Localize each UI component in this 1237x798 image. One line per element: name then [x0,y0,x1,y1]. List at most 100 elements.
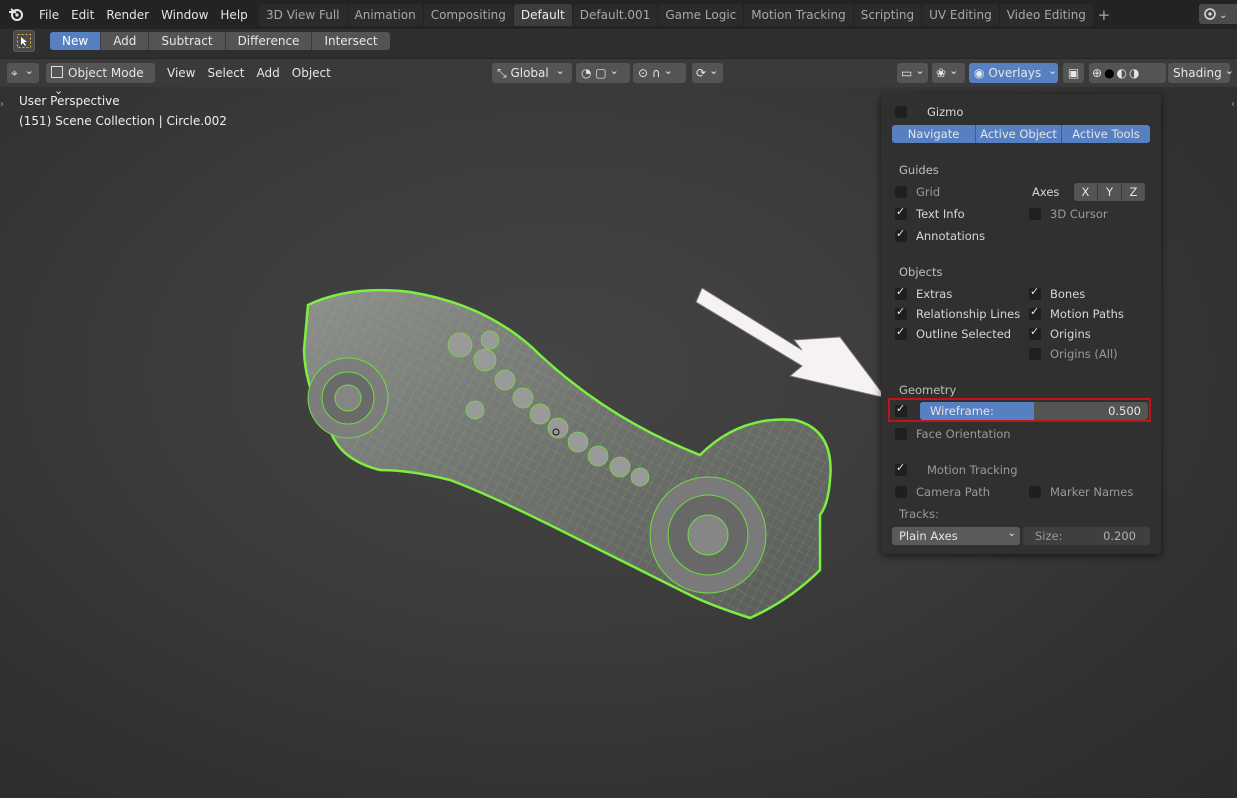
tab-compositing[interactable]: Compositing [423,4,513,26]
tracks-value: Plain Axes [899,529,958,543]
editor-type-icon: ⌖ [11,66,18,80]
grid-checkbox[interactable] [895,186,907,198]
menu-file[interactable]: File [33,8,65,22]
proportional-edit-button[interactable]: ⊙ ∩ [633,63,686,83]
proportional-icon: ⊙ ∩ [638,66,661,80]
gizmo-icon: ❀ [936,66,947,80]
tab-animation[interactable]: Animation [347,4,423,26]
text-info-label: Text Info [916,207,965,221]
tab-game-logic[interactable]: Game Logic [658,4,744,26]
difference-button[interactable]: Difference [225,32,313,50]
axis-y-toggle[interactable]: Y [1098,183,1122,201]
wireframe-slider[interactable]: Wireframe: 0.500 [920,402,1148,420]
menu-render[interactable]: Render [100,8,155,22]
overlays-button[interactable]: ◉ Overlays [969,63,1058,83]
motion-paths-label: Motion Paths [1050,307,1124,321]
gizmo-checkbox[interactable] [895,106,907,118]
pivot-snap-button[interactable]: ◔ ▢ [576,63,630,83]
3d-cursor-label: 3D Cursor [1050,207,1108,221]
mode-label: Object Mode [68,66,144,80]
shading-label: Shading [1173,66,1222,80]
3d-cursor-checkbox[interactable] [1029,208,1041,220]
main-menu: File Edit Render Window Help [33,0,254,29]
gizmo-tab-active-object[interactable]: Active Object [976,125,1062,143]
tab-scripting[interactable]: Scripting [853,4,922,26]
objects-section-title: Objects [899,265,943,279]
extras-label: Extras [916,287,953,301]
gizmo-toggle-button[interactable]: ❀ [932,63,965,83]
overlays-icon: ◉ [974,66,985,80]
tab-default-001[interactable]: Default.001 [572,4,658,26]
gizmo-tab-active-tools[interactable]: Active Tools [1062,125,1150,143]
axes-label: Axes [1032,185,1060,199]
scene-selector-button[interactable]: ⌄ [1199,4,1237,24]
shading-modes[interactable]: ⊕●◐◑ [1089,63,1166,83]
extras-checkbox[interactable] [895,285,907,300]
marker-names-checkbox[interactable] [1029,486,1041,498]
svg-text:⌄: ⌄ [1219,10,1227,21]
track-size-field[interactable]: Size: 0.200 [1023,527,1150,545]
add-workspace-icon[interactable]: + [1094,4,1114,26]
tab-motion-tracking[interactable]: Motion Tracking [744,4,853,26]
menu-edit[interactable]: Edit [65,8,100,22]
xray-toggle-button[interactable]: ▣ [1063,63,1084,83]
geometry-section-title: Geometry [899,383,957,397]
snap-button[interactable]: ⟳ [692,63,723,83]
intersect-button[interactable]: Intersect [312,32,390,50]
view-object-types-button[interactable]: ▭ [897,63,928,83]
selection-mode-group: New Add Subtract Difference Intersect [50,32,390,50]
new-button[interactable]: New [50,32,102,50]
tab-video-editing[interactable]: Video Editing [999,4,1093,26]
solid-shading-icon[interactable]: ● [1104,66,1116,80]
menu-help[interactable]: Help [214,8,253,22]
overlays-popover: Gizmo Navigate Active Object Active Tool… [881,94,1161,554]
bones-checkbox[interactable] [1029,285,1041,300]
menu-object[interactable]: Object [286,63,337,83]
motion-tracking-checkbox[interactable] [895,461,907,476]
camera-path-checkbox[interactable] [895,486,907,498]
menu-window[interactable]: Window [155,8,214,22]
annotations-checkbox[interactable] [895,227,907,242]
menu-view[interactable]: View [161,63,201,83]
blender-logo-icon[interactable] [8,6,24,22]
grid-label: Grid [916,185,941,199]
relationship-lines-checkbox[interactable] [895,305,907,320]
wireframe-label: Wireframe: [930,404,994,418]
text-info-checkbox[interactable] [895,205,907,220]
toolbar-expand-icon[interactable]: › [0,99,6,111]
workspace-tabs: 3D View Full Animation Compositing Defau… [259,4,1114,26]
mode-select[interactable]: Object Mode [46,63,155,83]
tracks-dropdown[interactable]: Plain Axes ⌄ [892,527,1020,545]
motion-paths-checkbox[interactable] [1029,305,1041,320]
tab-uv-editing[interactable]: UV Editing [922,4,999,26]
origins-all-checkbox[interactable] [1029,348,1041,360]
object-mode-icon [51,66,63,78]
wireframe-shading-icon[interactable]: ⊕ [1092,66,1104,80]
editor-type-button[interactable]: ⌖ [7,63,39,83]
tab-3d-view-full[interactable]: 3D View Full [259,4,347,26]
add-button[interactable]: Add [101,32,150,50]
rendered-shading-icon[interactable]: ◑ [1129,66,1141,80]
menu-select[interactable]: Select [201,63,250,83]
size-value: 0.200 [1103,529,1136,543]
tab-default[interactable]: Default [513,4,572,26]
menu-add[interactable]: Add [251,63,286,83]
axis-x-toggle[interactable]: X [1074,183,1098,201]
sidebar-expand-icon[interactable]: ‹ [1231,99,1237,111]
select-box-tool-icon[interactable] [13,30,35,52]
origins-all-label: Origins (All) [1050,347,1118,361]
outline-selected-checkbox[interactable] [895,325,907,340]
transform-orientation-select[interactable]: ⤡ Global [492,63,572,83]
axis-z-toggle[interactable]: Z [1122,183,1145,201]
subtract-button[interactable]: Subtract [149,32,226,50]
xray-icon: ▣ [1067,66,1080,80]
wireframe-checkbox[interactable] [895,402,907,417]
material-shading-icon[interactable]: ◐ [1117,66,1129,80]
origins-checkbox[interactable] [1029,325,1041,340]
face-orientation-checkbox[interactable] [895,428,907,440]
shading-popover-button[interactable]: Shading [1168,63,1230,83]
wireframe-value: 0.500 [1108,404,1141,418]
gizmo-tab-navigate[interactable]: Navigate [892,125,976,143]
chevron-down-icon: ⌄ [1007,528,1016,539]
view-name-text: User Perspective [19,94,120,108]
